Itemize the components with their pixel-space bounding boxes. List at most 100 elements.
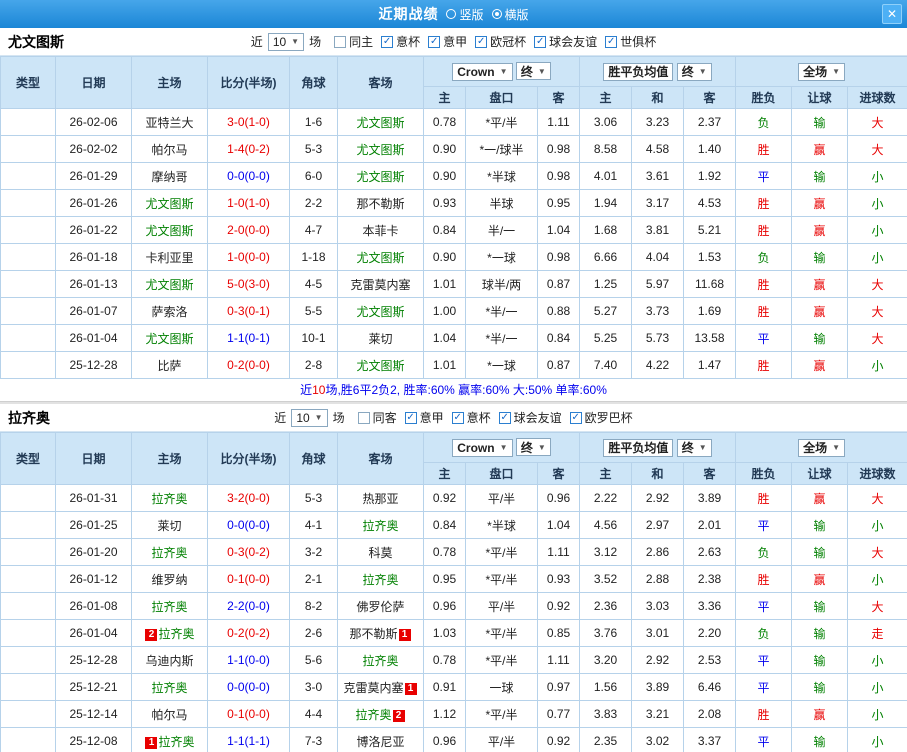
handicap-result-cell: 输 xyxy=(791,511,849,539)
section-header: 拉齐奥 近 10 ▼ 场 同客 ✓ 意甲 ✓ 意杯 ✓ 球会友谊 ✓ 欧罗巴杯 xyxy=(0,404,907,432)
avg-odds-value: 2.63 xyxy=(683,538,737,566)
goals-result-cell: 小 xyxy=(847,700,907,728)
filter-checkbox[interactable]: ✓ 球会友谊 xyxy=(534,33,597,50)
col-header-date: 日期 xyxy=(55,432,132,485)
avg-stage-select[interactable]: 终 ▼ xyxy=(676,438,712,457)
away-team: 尤文图斯 xyxy=(337,108,424,136)
handicap-line: *一球 xyxy=(465,243,538,271)
avg-odds-value: 3.61 xyxy=(631,162,685,190)
col-header-odds-away: 客 xyxy=(536,462,581,485)
team-name-text: 莱切 xyxy=(157,518,182,533)
avg-type-select[interactable]: 胜平负均值 xyxy=(603,62,674,81)
checkbox-checked-icon[interactable]: ✓ xyxy=(428,35,441,48)
filter-checkbox[interactable]: 同主 xyxy=(334,33,373,50)
away-team: 佛罗伦萨 xyxy=(337,592,424,620)
odds-stage-select[interactable]: 终 ▼ xyxy=(515,438,551,457)
filter-checkbox[interactable]: ✓ 意杯 xyxy=(381,33,420,50)
col-header-goals: 进球数 xyxy=(847,462,907,485)
filter-checkbox[interactable]: ✓ 球会友谊 xyxy=(498,409,562,426)
filter-checkbox[interactable]: ✓ 欧冠杯 xyxy=(475,33,526,50)
scope-select[interactable]: 全场 ▼ xyxy=(798,438,845,457)
checkbox-checked-icon[interactable]: ✓ xyxy=(605,35,618,48)
goals-result-cell: 大 xyxy=(847,297,907,325)
avg-odds-value: 2.37 xyxy=(683,108,737,136)
match-row: 欧冠杯 26-01-29 摩纳哥 0-0(0-0) 6-0 尤文图斯 0.90 *半球 0.98… xyxy=(0,162,907,190)
checkbox-checked-icon[interactable]: ✓ xyxy=(569,411,582,424)
result-cell: 负 xyxy=(735,108,793,136)
filter-checkbox[interactable]: ✓ 意甲 xyxy=(404,409,444,426)
handicap-line: *半球 xyxy=(465,162,538,190)
checkbox-checked-icon[interactable]: ✓ xyxy=(534,35,547,48)
handicap-line: *平/半 xyxy=(465,646,538,674)
filter-checkbox[interactable]: ✓ 世俱杯 xyxy=(605,33,656,50)
match-score: 1-0(0-0) xyxy=(207,243,290,271)
home-team: 拉齐奥 xyxy=(131,538,208,566)
home-team: 1 拉齐奥 xyxy=(131,727,208,752)
team-section-juventus: 尤文图斯 近 10 ▼ 场 同主 ✓ 意杯 ✓ 意甲 ✓ 欧冠杯 ✓ 球会友谊 ✓ 世俱杯 类型 日期… xyxy=(0,28,907,401)
filter-checkbox[interactable]: ✓ 欧罗巴杯 xyxy=(569,409,633,426)
goals-result-cell: 小 xyxy=(847,216,907,244)
result-cell: 负 xyxy=(735,243,793,271)
checkbox-unchecked-icon[interactable] xyxy=(357,411,370,424)
odds-value: 0.98 xyxy=(536,135,581,163)
team-name-text: 亚特兰大 xyxy=(145,115,194,130)
team-name-text: 拉齐奥 xyxy=(151,491,188,506)
avg-odds-value: 1.69 xyxy=(683,297,737,325)
avg-type-select[interactable]: 胜平负均值 xyxy=(603,438,674,457)
checkbox-checked-icon[interactable]: ✓ xyxy=(381,35,394,48)
checkbox-label: 欧罗巴杯 xyxy=(584,411,633,425)
goals-result-cell: 大 xyxy=(847,270,907,298)
team-name-text: 尤文图斯 xyxy=(356,358,405,373)
radio-horizontal-layout[interactable]: 横版 xyxy=(491,6,529,23)
handicap-result-cell: 赢 xyxy=(791,351,849,379)
checkbox-unchecked-icon[interactable] xyxy=(334,35,347,48)
handicap-line: *半球 xyxy=(465,511,538,539)
result-cell: 负 xyxy=(735,538,793,566)
avg-stage-select[interactable]: 终 ▼ xyxy=(676,62,712,81)
odds-value: 0.95 xyxy=(536,189,581,217)
col-header-handicap: 让球 xyxy=(791,462,849,485)
bookmaker-select[interactable]: Crown ▼ xyxy=(452,62,513,81)
checkbox-checked-icon[interactable]: ✓ xyxy=(475,35,488,48)
match-score: 1-4(0-2) xyxy=(207,135,290,163)
corners-score: 5-3 xyxy=(289,484,338,512)
match-score: 0-3(0-2) xyxy=(207,538,290,566)
filter-checkbox[interactable]: 同客 xyxy=(357,409,397,426)
match-score: 1-0(1-0) xyxy=(207,189,290,217)
handicap-result-cell: 输 xyxy=(791,592,849,620)
checkbox-checked-icon[interactable]: ✓ xyxy=(498,411,511,424)
near-count-select[interactable]: 10 ▼ xyxy=(267,32,305,51)
summary-part: 胜率:60% xyxy=(403,383,459,397)
filter-checkbox[interactable]: ✓ 意杯 xyxy=(451,409,491,426)
avg-odds-value: 4.22 xyxy=(631,351,685,379)
away-team: 本菲卡 xyxy=(337,216,424,244)
handicap-line: *半/一 xyxy=(465,324,538,352)
handicap-result-cell: 输 xyxy=(791,673,849,701)
radio-selected-icon[interactable] xyxy=(491,9,502,19)
checkbox-checked-icon[interactable]: ✓ xyxy=(451,411,464,424)
radio-vertical-layout[interactable]: 竖版 xyxy=(446,6,484,23)
handicap-result-cell: 输 xyxy=(791,162,849,190)
near-count-select[interactable]: 10 ▼ xyxy=(291,408,328,427)
close-button[interactable]: ✕ xyxy=(882,4,902,24)
bookmaker-select[interactable]: Crown ▼ xyxy=(452,438,513,457)
filter-checkbox[interactable]: ✓ 意甲 xyxy=(428,33,467,50)
home-team: 尤文图斯 xyxy=(131,270,208,298)
scope-value: 全场 xyxy=(803,65,828,79)
avg-odds-value: 4.01 xyxy=(579,162,633,190)
league-type: 欧冠杯 xyxy=(0,216,56,244)
odds-value: 0.97 xyxy=(536,673,581,701)
avg-odds-value: 1.47 xyxy=(683,351,737,379)
radio-unselected-icon[interactable] xyxy=(446,9,457,19)
league-type: 意杯 xyxy=(0,108,56,136)
col-header-corners: 角球 xyxy=(289,432,338,485)
handicap-result-cell: 赢 xyxy=(791,700,849,728)
col-header-date: 日期 xyxy=(55,56,132,109)
checkbox-checked-icon[interactable]: ✓ xyxy=(404,411,417,424)
handicap-line: 半球 xyxy=(465,189,538,217)
team-name: 尤文图斯 xyxy=(8,33,64,50)
odds-value: 1.12 xyxy=(423,700,466,728)
topbar-center: 近期战绩 竖版 横版 xyxy=(378,4,528,24)
odds-stage-select[interactable]: 终 ▼ xyxy=(515,62,551,81)
scope-select[interactable]: 全场 ▼ xyxy=(798,62,845,81)
